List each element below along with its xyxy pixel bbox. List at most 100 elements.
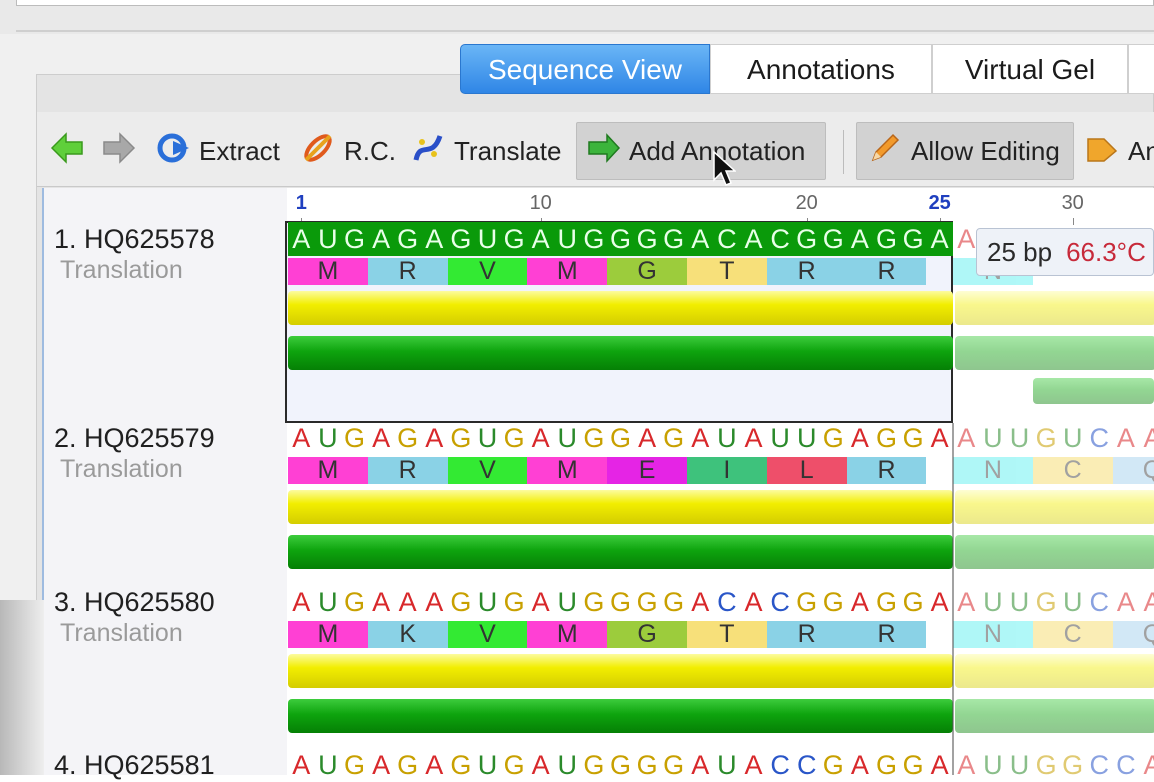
sequence-name[interactable]: 2. HQ625579 [54, 423, 215, 454]
tab-annotations[interactable]: Annotations [710, 44, 932, 94]
gene-annotation-bar[interactable] [955, 535, 1154, 569]
extract-button[interactable]: Extract [155, 122, 280, 180]
cds-annotation-bar[interactable] [955, 291, 1154, 325]
nucleotide: A [425, 750, 444, 780]
nucleotide: G [500, 222, 528, 256]
nucleotide: A [288, 222, 315, 256]
nucleotide: U [717, 750, 737, 780]
nucleotide: U [1009, 587, 1030, 617]
nucleotide: A [957, 587, 976, 617]
annotate-more-button[interactable]: An [1084, 122, 1154, 180]
allow-editing-label: Allow Editing [911, 135, 1060, 166]
nucleotide: A [292, 587, 311, 617]
nucleotide: A [1143, 423, 1154, 453]
amino-acid: Q [1112, 457, 1154, 484]
nucleotide: U [983, 587, 1003, 617]
gene-annotation-bar[interactable] [955, 336, 1154, 370]
amino-acid: V [447, 457, 528, 484]
nucleotide: C [1089, 587, 1110, 617]
tooltip-length: 25 bp [987, 237, 1053, 267]
sequence-name[interactable]: 1. HQ625578 [54, 224, 215, 255]
amino-acid: I [687, 457, 767, 484]
nucleotide: A [425, 423, 444, 453]
reverse-complement-button[interactable]: R.C. [300, 122, 396, 180]
nucleotide: A [372, 750, 391, 780]
nucleotide: A [421, 222, 448, 256]
nucleotide: A [740, 222, 767, 256]
gene-annotation-bar[interactable] [288, 699, 953, 733]
nucleotide: G [450, 750, 472, 780]
nucleotide: C [713, 222, 741, 256]
tab-virtual-gel[interactable]: Virtual Gel [932, 44, 1128, 94]
top-input-field[interactable] [16, 0, 1154, 6]
nucleotide: U [770, 423, 790, 453]
cds-annotation-bar[interactable] [288, 291, 953, 325]
amino-acid: V [447, 621, 528, 648]
gene-annotation-bar[interactable] [288, 535, 953, 569]
extract-icon [155, 131, 191, 172]
back-button[interactable] [50, 122, 92, 180]
nucleotide: A [926, 222, 953, 256]
nucleotide: A [367, 222, 395, 256]
nucleotide: G [1035, 423, 1057, 453]
nucleotide: G [663, 750, 685, 780]
nucleotide: A [531, 587, 550, 617]
annotate-icon [1084, 131, 1120, 172]
nucleotide: G [636, 587, 658, 617]
amino-acid: C [1032, 621, 1113, 648]
nucleotide: A [687, 222, 714, 256]
nucleotide: G [820, 222, 847, 256]
nucleotide: G [607, 222, 634, 256]
sequence-name[interactable]: 3. HQ625580 [54, 587, 215, 618]
amino-acid: T [687, 621, 767, 648]
cds-annotation-bar[interactable] [955, 654, 1154, 688]
nucleotide: U [318, 423, 338, 453]
nucleotide: A [1143, 750, 1154, 780]
nucleotide: G [875, 587, 897, 617]
toolbar-separator [843, 130, 844, 174]
nucleotide: C [770, 587, 790, 617]
tab-more[interactable] [1128, 44, 1154, 94]
nucleotide: G [343, 587, 365, 617]
nucleotide: G [1035, 587, 1057, 617]
cds-annotation-bar[interactable] [955, 490, 1154, 524]
nucleotide: A [691, 587, 710, 617]
cds-annotation-bar[interactable] [288, 654, 953, 688]
nucleotide: U [796, 423, 817, 453]
nucleotide: C [717, 587, 737, 617]
ruler-tick-label: 20 [795, 192, 818, 214]
nucleotide: A [930, 750, 949, 780]
translate-button[interactable]: Translate [410, 122, 561, 180]
allow-editing-button[interactable]: Allow Editing [856, 122, 1074, 180]
nucleotide: G [583, 587, 605, 617]
tab-sequence-view[interactable]: Sequence View [460, 44, 710, 94]
nucleotide: A [850, 750, 869, 780]
primer-annotation-bar[interactable] [1033, 378, 1154, 404]
forward-button[interactable] [102, 122, 144, 180]
selection-tooltip: 25 bp 66.3°C [976, 228, 1154, 276]
nucleotide: C [766, 222, 794, 256]
nucleotide: G [503, 750, 525, 780]
translate-label: Translate [454, 135, 562, 166]
nucleotide: G [394, 222, 421, 256]
nucleotide: U [474, 222, 501, 256]
gene-annotation-bar[interactable] [288, 336, 953, 370]
nucleotide: G [583, 423, 605, 453]
sequence-name[interactable]: 4. HQ625581 [54, 750, 215, 781]
amino-acid: R [367, 457, 448, 484]
amino-acid: M [288, 457, 368, 484]
nucleotide: G [902, 423, 924, 453]
back-arrow-icon [50, 131, 84, 171]
nucleotide: A [527, 222, 554, 256]
gene-annotation-bar[interactable] [955, 699, 1154, 733]
amino-acid: R [766, 621, 847, 648]
nucleotide: U [477, 750, 498, 780]
cds-annotation-bar[interactable] [288, 490, 953, 524]
amino-acid: G [607, 258, 687, 285]
nucleotide: G [609, 423, 631, 453]
add-annotation-button[interactable]: Add Annotation [576, 122, 826, 180]
nucleotide: A [1143, 587, 1154, 617]
nucleotide: G [873, 222, 900, 256]
nucleotide: C [770, 750, 790, 780]
nucleotide: G [397, 750, 419, 780]
